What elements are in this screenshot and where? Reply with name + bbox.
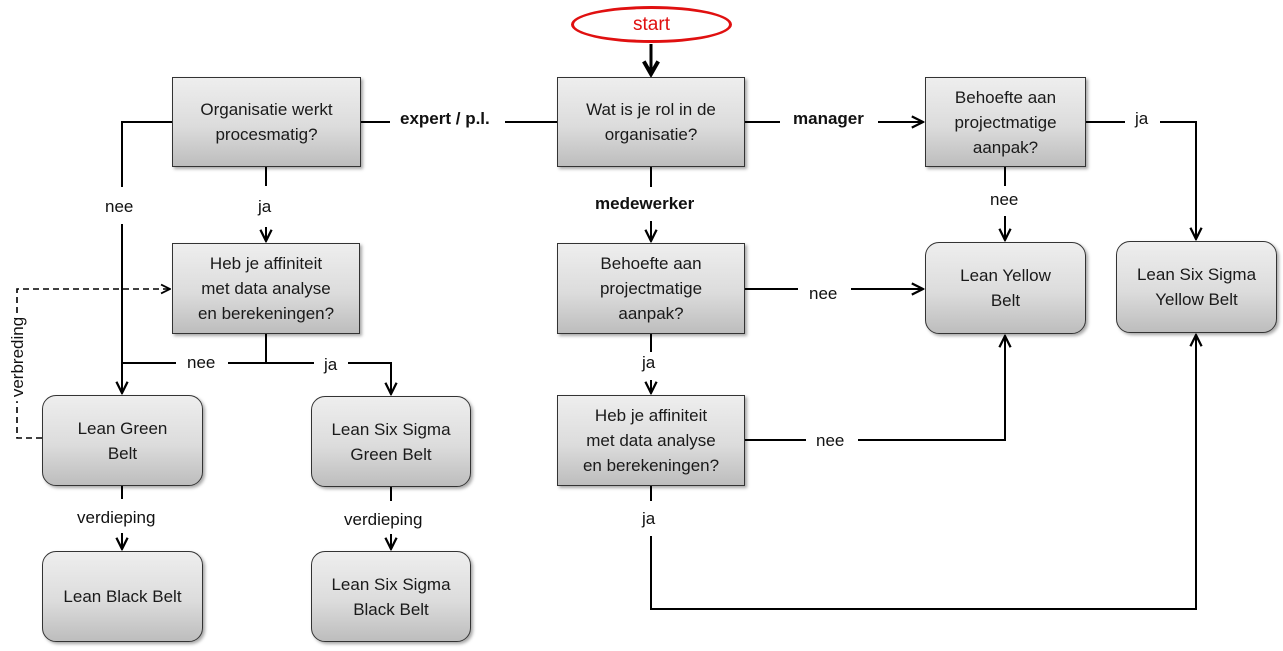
edge-aff-left-nee-a	[228, 334, 267, 364]
node-lean-green-belt: Lean Green Belt	[42, 395, 203, 486]
node-lean-black-belt: Lean Black Belt	[42, 551, 203, 642]
edge-label-mdw-nee: nee	[805, 284, 842, 304]
edge-label-medewerker: medewerker	[591, 194, 699, 214]
edge-aff-mid-nee-b	[858, 336, 1005, 441]
edge-label-mgr-nee: nee	[986, 190, 1023, 210]
node-label: Organisatie werkt procesmatig?	[200, 100, 333, 144]
edge-label-expert: expert / p.l.	[396, 109, 494, 129]
edge-label-aff-mid-nee: nee	[812, 431, 849, 451]
node-label: Heb je affiniteit met data analyse en be…	[582, 406, 720, 475]
node-lean-yellow-belt: Lean Yellow Belt	[925, 242, 1086, 334]
node-behoefte-manager: Behoefte aan projectmatige aanpak?	[925, 77, 1086, 167]
node-label: Heb je affiniteit met data analyse en be…	[197, 254, 335, 323]
edge-label-mdw-ja: ja	[638, 353, 660, 373]
edge-label-green-verdieping: verdieping	[73, 508, 160, 528]
node-behoefte-medewerker: Behoefte aan projectmatige aanpak?	[557, 243, 745, 334]
node-label: Behoefte aan projectmatige aanpak?	[599, 254, 703, 323]
edge-mgr-ja-b	[1160, 121, 1196, 239]
flowchart-canvas: start Organisatie werkt procesmatig? Wat…	[0, 0, 1283, 651]
edge-label-lss-green-verdieping: verdieping	[340, 510, 427, 530]
node-lss-green-belt: Lean Six Sigma Green Belt	[311, 396, 471, 487]
edge-label-aff-mid-ja: ja	[638, 509, 660, 529]
edge-label-aff-left-nee: nee	[183, 353, 220, 373]
edge-label-org-nee: nee	[101, 197, 138, 217]
node-organisatie: Organisatie werkt procesmatig?	[172, 77, 361, 167]
node-label: Lean Black Belt	[63, 587, 182, 606]
node-lss-black-belt: Lean Six Sigma Black Belt	[311, 551, 471, 642]
edge-aff-left-ja-b	[348, 362, 391, 394]
node-label: Lean Green Belt	[77, 418, 168, 463]
node-affiniteit-mid: Heb je affiniteit met data analyse en be…	[557, 395, 745, 486]
edge-label-aff-left-ja: ja	[320, 355, 342, 375]
edge-label-mgr-ja: ja	[1131, 109, 1153, 129]
start-label: start	[633, 13, 670, 35]
node-label: Wat is je rol in de organisatie?	[586, 100, 716, 144]
node-lss-yellow-belt: Lean Six Sigma Yellow Belt	[1116, 241, 1277, 333]
node-label: Lean Six Sigma Yellow Belt	[1136, 265, 1257, 309]
node-label: Behoefte aan projectmatige aanpak?	[954, 87, 1057, 157]
node-affiniteit-left: Heb je affiniteit met data analyse en be…	[172, 243, 360, 334]
node-rol: Wat is je rol in de organisatie?	[557, 77, 745, 167]
node-label: Lean Six Sigma Black Belt	[331, 574, 451, 619]
edge-label-manager: manager	[789, 109, 868, 129]
start-node: start	[571, 6, 732, 43]
node-label: Lean Six Sigma Green Belt	[331, 419, 451, 464]
edge-label-org-ja: ja	[254, 197, 276, 217]
edge-label-verbreding: verbreding	[8, 312, 28, 402]
edge-org-nee-a	[121, 121, 172, 187]
node-label: Lean Yellow Belt	[960, 266, 1051, 310]
